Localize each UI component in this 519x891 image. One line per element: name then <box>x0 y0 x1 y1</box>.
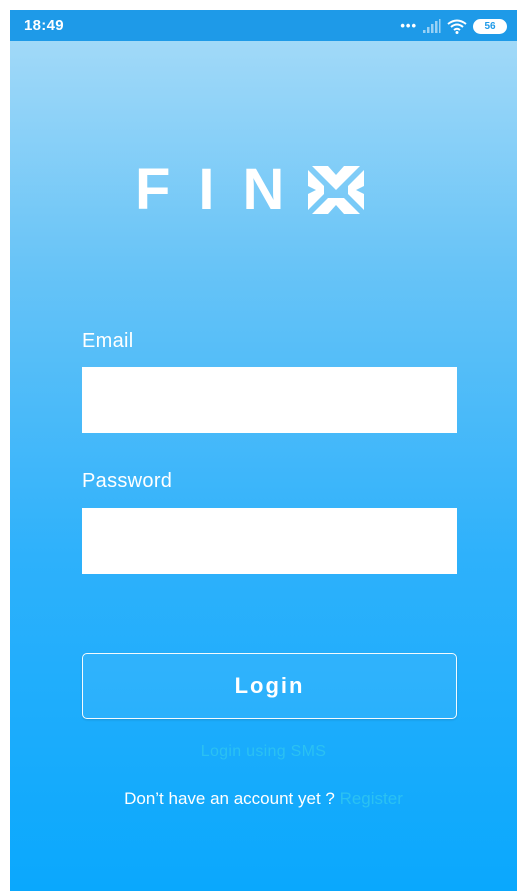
finx-x-logo-icon <box>308 166 365 214</box>
notification-dots-icon: ••• <box>400 18 417 33</box>
logo-text: FIN <box>135 157 313 222</box>
register-link[interactable]: Register <box>340 789 403 808</box>
no-account-text: Don’t have an account yet ? <box>124 789 335 808</box>
password-label: Password <box>82 470 173 492</box>
status-bar: 18:49 ••• 56 <box>10 10 517 41</box>
status-time: 18:49 <box>24 17 64 34</box>
app-logo: FIN <box>135 160 368 220</box>
login-button[interactable]: Login <box>82 653 457 719</box>
status-icons: ••• 56 <box>400 16 507 36</box>
email-field[interactable] <box>82 367 457 433</box>
password-field[interactable] <box>82 508 457 574</box>
login-screen: 18:49 ••• 56 FIN Email Password Login Lo… <box>10 10 517 891</box>
wifi-icon <box>447 19 467 34</box>
email-label: Email <box>82 330 134 352</box>
register-row: Don’t have an account yet ? Register <box>10 789 517 809</box>
battery-icon: 56 <box>473 18 507 34</box>
login-using-sms-link[interactable]: Login using SMS <box>10 743 517 761</box>
signal-icon <box>423 19 441 33</box>
